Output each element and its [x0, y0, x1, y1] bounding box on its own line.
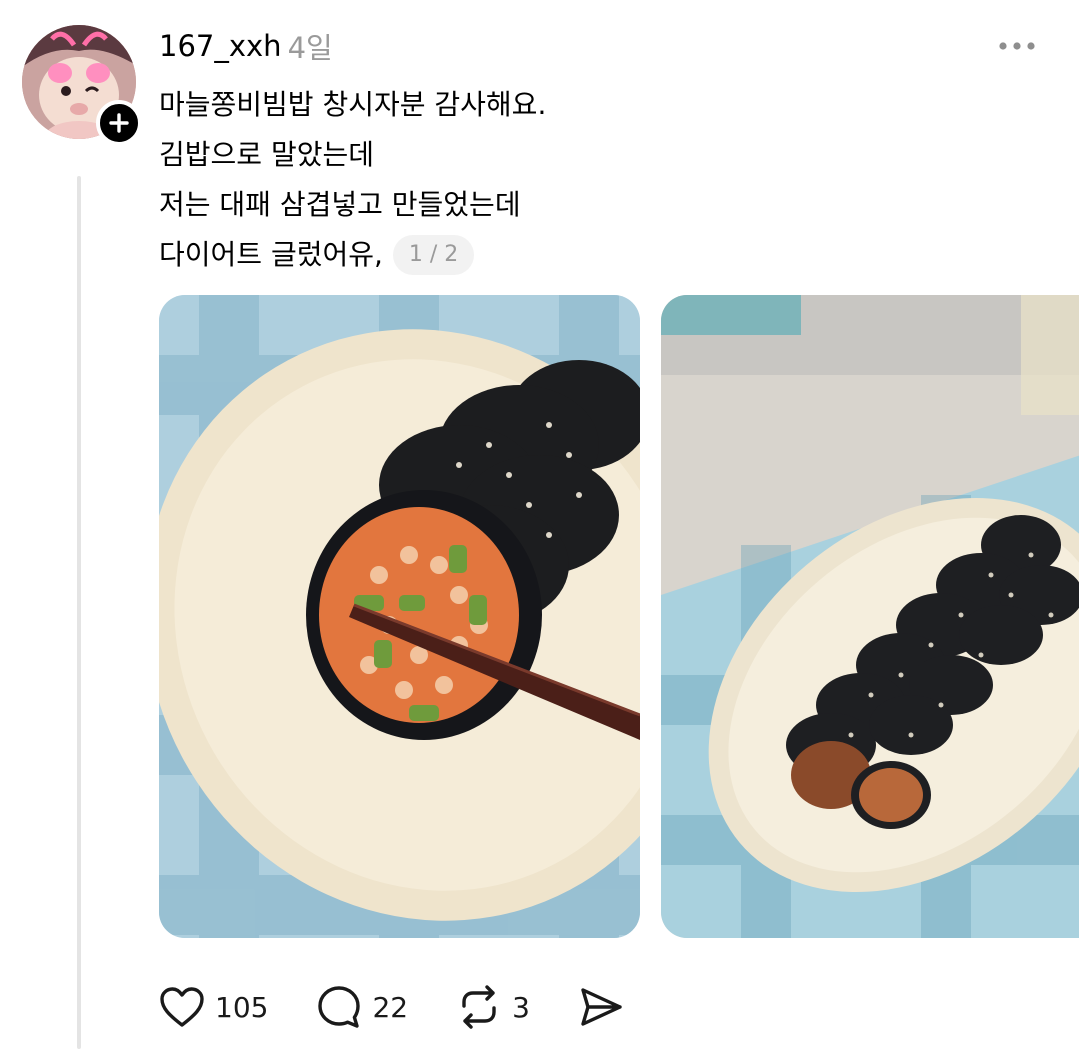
- post-header: 167_xxh 4일: [159, 24, 333, 68]
- repost-icon: [462, 985, 496, 1029]
- media-page-counter: 1 / 2: [392, 235, 475, 275]
- repost-count: 3: [512, 990, 530, 1024]
- post-text: 다이어트 글렀어유,: [159, 238, 383, 271]
- like-button[interactable]: 105: [159, 986, 268, 1028]
- send-icon: [581, 988, 622, 1026]
- repost-button[interactable]: 3: [456, 984, 530, 1030]
- thread-line: [77, 176, 81, 1049]
- post-text: 저는 대패 삼겹넣고 만들었는데: [159, 188, 521, 221]
- kimbap-plate-image: [661, 295, 1079, 938]
- reply-button[interactable]: 22: [316, 984, 408, 1030]
- post-text-line: 마늘쫑비빔밥 창시자분 감사해요.: [159, 80, 1039, 130]
- post-text-line: 저는 대패 삼겹넣고 만들었는데: [159, 180, 1039, 230]
- reply-count: 22: [372, 990, 409, 1024]
- more-options-button[interactable]: [993, 30, 1041, 62]
- thread-post: 167_xxh 4일 마늘쫑비빔밥 창시자분 감사해요. 김밥으로 말았는데 저…: [0, 0, 1079, 1049]
- comment-icon: [318, 986, 361, 1028]
- photo-kimbap-plate[interactable]: [661, 295, 1079, 938]
- post-body: 마늘쫑비빔밥 창시자분 감사해요. 김밥으로 말았는데 저는 대패 삼겹넣고 만…: [159, 80, 1039, 280]
- photo-kimbap-closeup[interactable]: [159, 295, 640, 938]
- username[interactable]: 167_xxh: [159, 29, 282, 63]
- more-dots-icon: [999, 42, 1035, 50]
- kimbap-closeup-image: [159, 295, 640, 938]
- post-text: 김밥으로 말았는데: [159, 138, 374, 171]
- plus-icon: [109, 113, 129, 133]
- follow-button[interactable]: [96, 100, 142, 146]
- action-bar: 105 22 3: [159, 980, 672, 1034]
- heart-icon: [160, 987, 204, 1027]
- like-count: 105: [215, 990, 269, 1024]
- post-text-line: 김밥으로 말았는데: [159, 130, 1039, 180]
- media-carousel[interactable]: [159, 295, 1079, 938]
- timestamp: 4일: [287, 31, 333, 65]
- share-button[interactable]: [578, 985, 624, 1029]
- post-text-line: 다이어트 글렀어유, 1 / 2: [159, 230, 1039, 280]
- post-text: 마늘쫑비빔밥 창시자분 감사해요.: [159, 88, 547, 121]
